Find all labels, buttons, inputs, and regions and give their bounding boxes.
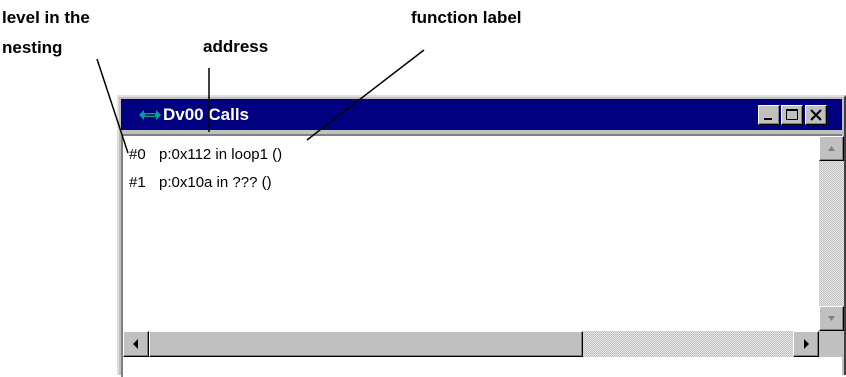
call-stack-list[interactable]: #0 p:0x112 in loop1 () #1 p:0x10a in ??? (… — [121, 134, 844, 377]
debugger-app-icon — [139, 110, 161, 120]
window-title: Dv00 Calls — [163, 105, 249, 124]
calls-window: Dv00 Calls #0 p:0x112 in loop1 () #1 p:0x1… — [117, 95, 846, 377]
call-text: p:0x112 in loop1 () — [159, 146, 283, 163]
annotation-address: address — [203, 37, 269, 56]
horizontal-scroll-thumb[interactable] — [149, 331, 583, 357]
vertical-scrollbar[interactable] — [819, 136, 844, 331]
scroll-right-button[interactable] — [793, 331, 819, 357]
scroll-left-button[interactable] — [123, 331, 149, 357]
arrow-down-icon — [828, 316, 835, 321]
call-row[interactable]: #0 p:0x112 in loop1 () — [129, 146, 282, 164]
call-text: p:0x10a in ??? () — [159, 174, 272, 191]
annotation-function-label: function label — [411, 8, 522, 27]
minimize-icon — [764, 118, 772, 120]
arrow-up-icon — [828, 146, 835, 151]
close-icon — [810, 109, 822, 121]
maximize-button[interactable] — [781, 105, 803, 125]
horizontal-scrollbar[interactable] — [123, 331, 819, 357]
arrow-right-icon — [804, 339, 809, 349]
call-level: #1 — [129, 174, 146, 191]
arrow-left-icon — [133, 339, 138, 349]
maximize-icon — [786, 109, 798, 120]
title-bar[interactable]: Dv00 Calls — [121, 99, 842, 130]
scrollbar-corner — [819, 331, 844, 357]
scroll-up-button[interactable] — [819, 136, 844, 161]
close-button[interactable] — [805, 105, 827, 125]
scroll-down-button[interactable] — [819, 306, 844, 331]
annotation-level-line2: nesting — [2, 38, 63, 57]
annotation-level-line1: level in the — [2, 8, 90, 27]
call-level: #0 — [129, 146, 146, 163]
minimize-button[interactable] — [758, 105, 780, 125]
call-row[interactable]: #1 p:0x10a in ??? () — [129, 174, 272, 192]
